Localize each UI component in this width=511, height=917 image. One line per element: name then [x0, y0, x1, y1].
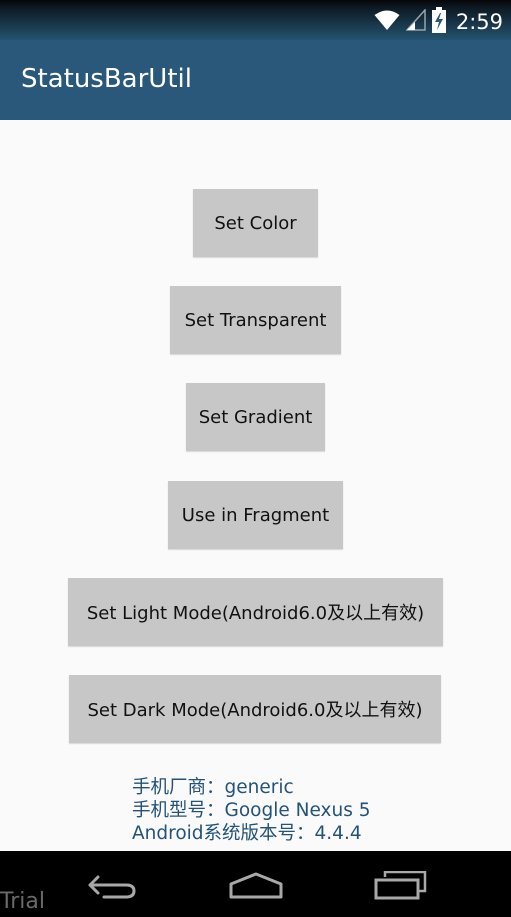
manufacturer-text: 手机厂商：generic: [132, 777, 294, 798]
set-color-button[interactable]: Set Color: [193, 189, 318, 257]
back-icon[interactable]: [86, 871, 138, 905]
app-title: StatusBarUtil: [21, 64, 192, 94]
status-time: 2:59: [455, 10, 503, 34]
recents-icon[interactable]: [373, 870, 427, 905]
set-transparent-button[interactable]: Set Transparent: [170, 286, 341, 354]
status-bar: 2:59: [0, 0, 511, 40]
model-text: 手机型号：Google Nexus 5: [132, 800, 371, 821]
status-icons: 2:59: [374, 7, 503, 37]
set-gradient-button[interactable]: Set Gradient: [186, 383, 325, 451]
home-icon[interactable]: [228, 871, 284, 905]
set-dark-mode-button[interactable]: Set Dark Mode(Android6.0及以上有效): [69, 675, 441, 743]
use-in-fragment-button[interactable]: Use in Fragment: [168, 481, 343, 549]
wifi-icon: [374, 9, 400, 35]
trial-watermark: Trial: [0, 889, 45, 914]
cell-signal-icon: [405, 8, 426, 35]
set-light-mode-button[interactable]: Set Light Mode(Android6.0及以上有效): [68, 578, 443, 646]
battery-charging-icon: [431, 7, 446, 37]
android-version-text: Android系统版本号：4.4.4: [132, 823, 362, 844]
navigation-bar: Trial: [0, 851, 511, 917]
app-bar: StatusBarUtil: [0, 40, 511, 120]
device-info: 手机厂商：generic 手机型号：Google Nexus 5 Android…: [132, 776, 370, 845]
